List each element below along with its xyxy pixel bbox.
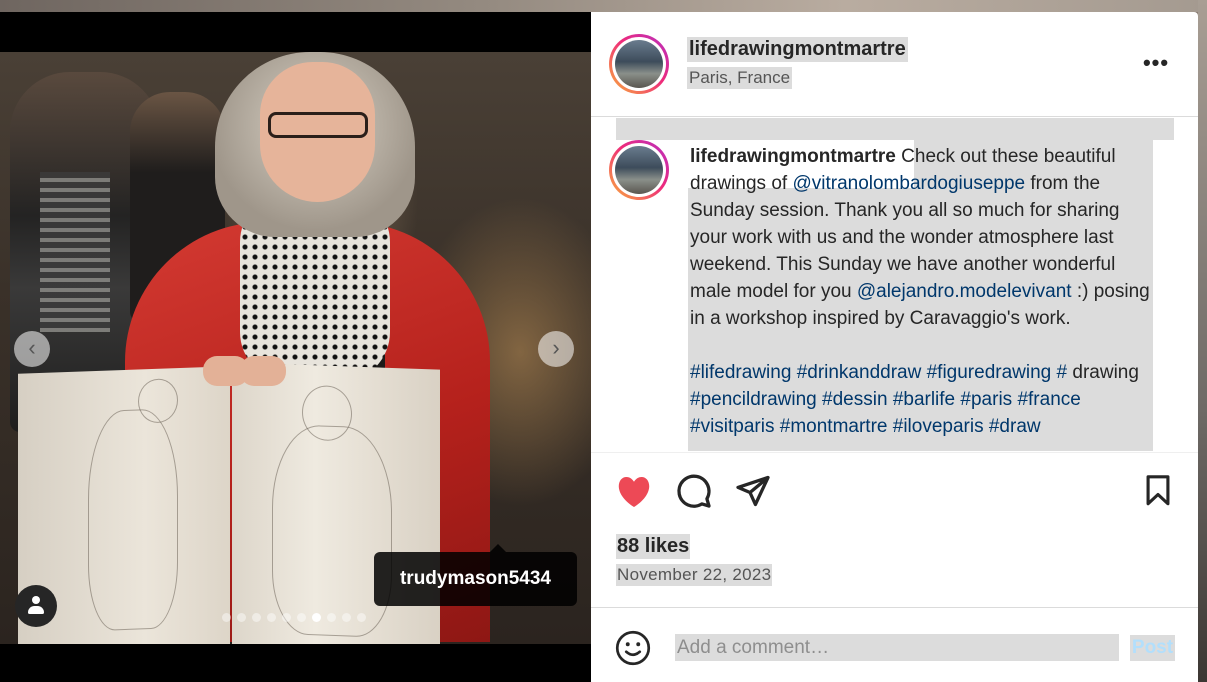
backdrop-right [1198, 0, 1207, 682]
hashtag-link[interactable]: #figuredrawing [927, 362, 1052, 383]
post-header: lifedrawingmontmartre Paris, France ••• [591, 12, 1198, 117]
comment-input[interactable] [675, 634, 1119, 661]
post-comment-button[interactable]: Post [1130, 635, 1175, 661]
person-icon [32, 596, 40, 604]
more-options-button[interactable]: ••• [1141, 50, 1171, 75]
carousel-indicator [222, 613, 372, 623]
post-details-panel: lifedrawingmontmartre Paris, France ••• … [591, 12, 1198, 682]
hashtag-link: drawing [1072, 362, 1139, 383]
mention-link[interactable]: @alejandro.modelevivant [857, 281, 1072, 302]
hashtag-link[interactable]: #montmartre [780, 416, 888, 437]
caption-highlight-top [616, 118, 1174, 140]
hashtag-link[interactable]: #visitparis [690, 416, 774, 437]
caption-username[interactable]: lifedrawingmontmartre [690, 146, 896, 167]
person-icon-body [28, 606, 44, 614]
avatar-image [615, 40, 663, 88]
comment-bar: Post [591, 607, 1198, 682]
striped-sweater [40, 172, 110, 332]
carousel-dot [237, 613, 246, 622]
hashtag-link[interactable]: #iloveparis [893, 416, 984, 437]
glasses [268, 112, 368, 138]
carousel-next-button[interactable]: › [538, 331, 574, 367]
author-avatar[interactable] [609, 34, 669, 94]
avatar-image [615, 146, 663, 194]
carousel-dot [327, 613, 336, 622]
carousel-dot [312, 613, 321, 622]
caption-section: lifedrawingmontmartre Check out these be… [591, 118, 1198, 451]
post-location[interactable]: Paris, France [687, 67, 793, 89]
mention-link[interactable]: @vitranolombardogiuseppe [792, 173, 1025, 194]
figure-sketch-left-head [138, 378, 178, 424]
comment-bubble-icon[interactable] [676, 473, 712, 509]
carousel-dot [252, 613, 261, 622]
hand-right [240, 356, 286, 386]
carousel-dot [357, 613, 366, 622]
carousel-dot [297, 613, 306, 622]
hashtag-link[interactable]: #france [1017, 389, 1080, 410]
bookmark-icon[interactable] [1141, 473, 1175, 509]
carousel-dot [267, 613, 276, 622]
action-bar [591, 452, 1198, 532]
hashtag-link[interactable]: # [1057, 362, 1068, 383]
hashtag-link[interactable]: #lifedrawing [690, 362, 791, 383]
hashtag-link[interactable]: #draw [989, 416, 1041, 437]
user-tags-button[interactable] [15, 585, 57, 627]
smiley-icon[interactable] [615, 630, 651, 666]
hashtag-link[interactable]: #drinkanddraw [797, 362, 922, 383]
carousel-dot [342, 613, 351, 622]
hashtag-list: #lifedrawing #drinkanddraw #figuredrawin… [690, 362, 1139, 437]
hashtag-link[interactable]: #barlife [893, 389, 955, 410]
caption-author-avatar[interactable] [609, 140, 669, 200]
media-panel: ‹ › trudymason5434 [0, 12, 591, 682]
paper-plane-icon[interactable] [735, 473, 771, 509]
hashtag-link[interactable]: #paris [960, 389, 1012, 410]
carousel-dot [282, 613, 291, 622]
post-date[interactable]: November 22, 2023 [616, 564, 773, 586]
heart-filled-icon[interactable] [615, 473, 653, 511]
likes-count[interactable]: 88 likes [616, 534, 691, 559]
figure-sketch-left [88, 408, 178, 632]
tagged-user-label[interactable]: trudymason5434 [374, 544, 577, 606]
author-username[interactable]: lifedrawingmontmartre [687, 37, 908, 62]
figure-sketch-right [272, 423, 392, 638]
backdrop-top [0, 0, 1207, 12]
carousel-prev-button[interactable]: ‹ [14, 331, 50, 367]
hashtag-link[interactable]: #dessin [822, 389, 888, 410]
figure-sketch-right-head [302, 384, 352, 442]
hashtag-link[interactable]: #pencildrawing [690, 389, 817, 410]
caption-text: lifedrawingmontmartre Check out these be… [690, 143, 1155, 440]
carousel-dot [222, 613, 231, 622]
